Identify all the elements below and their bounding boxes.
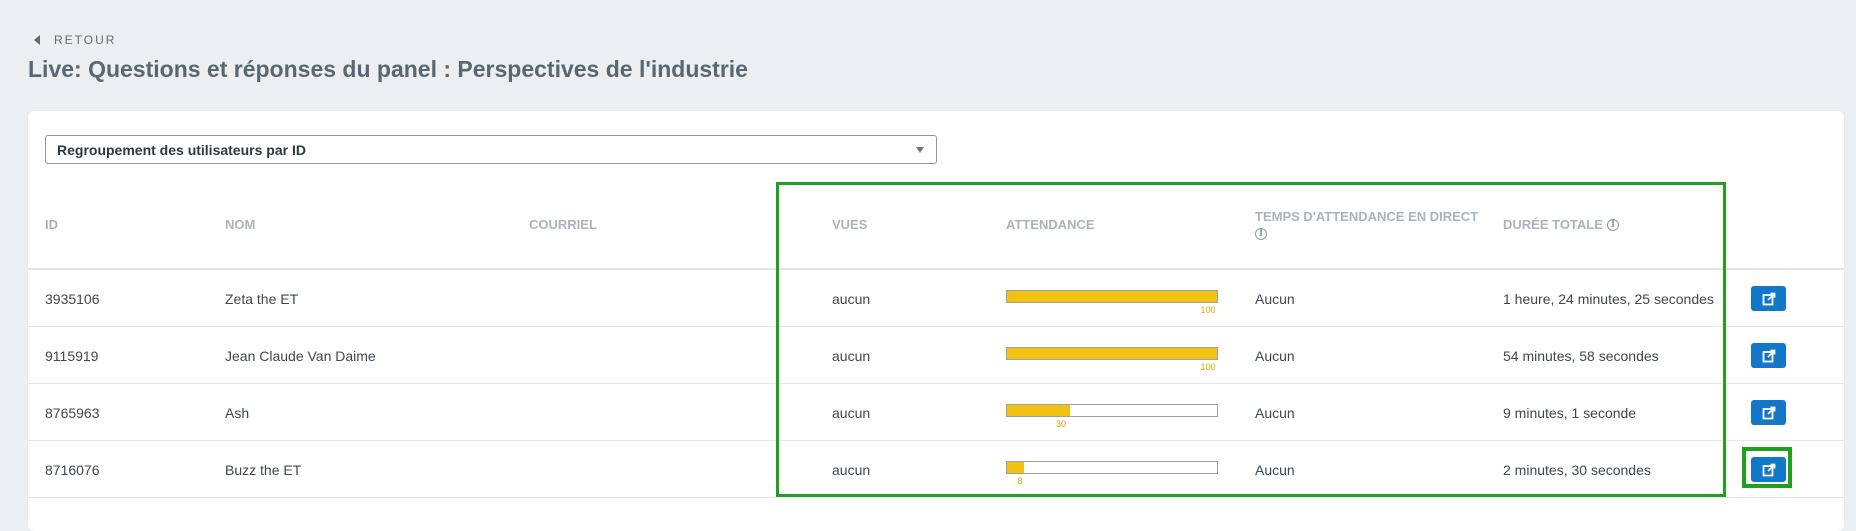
open-details-button[interactable] (1751, 400, 1786, 425)
cell-total-duration: 9 minutes, 1 seconde (1503, 404, 1637, 421)
cell-total-duration: 2 minutes, 30 secondes (1503, 461, 1651, 478)
external-link-icon (1762, 463, 1775, 476)
cell-id: 8765963 (45, 404, 100, 421)
attendance-card: Regroupement des utilisateurs par ID ID … (28, 111, 1844, 531)
info-icon[interactable]: i (1255, 228, 1267, 240)
attendance-bar-track (1006, 290, 1218, 303)
col-header-total-label: DURÉE TOTALE (1503, 217, 1603, 232)
info-icon[interactable]: i (1606, 218, 1619, 231)
cell-live-time: Aucun (1255, 290, 1295, 307)
table-row: 8765963 Ash aucun 30 Aucun 9 minutes, 1 … (28, 384, 1844, 441)
external-link-icon (1762, 349, 1775, 362)
attendance-bar: 100 (1006, 347, 1218, 372)
table-row: 8716076 Buzz the ET aucun 8 Aucun 2 minu… (28, 441, 1844, 498)
attendance-bar: 8 (1006, 461, 1218, 486)
cell-live-time: Aucun (1255, 461, 1295, 478)
col-header-email[interactable]: COURRIEL (529, 217, 597, 232)
col-header-live-time-label: TEMPS D'ATTENDANCE EN DIRECT (1255, 209, 1479, 224)
grouping-select[interactable]: Regroupement des utilisateurs par ID (45, 135, 937, 164)
cell-id: 9115919 (45, 347, 99, 364)
cell-name: Ash (225, 404, 250, 421)
cell-name: Buzz the ET (225, 461, 302, 478)
attendance-bar-track (1006, 461, 1218, 474)
attendance-bar-fill (1007, 462, 1024, 473)
col-header-total[interactable]: DURÉE TOTALE i (1503, 217, 1619, 232)
chevron-down-icon (916, 147, 924, 153)
cell-views: aucun (832, 290, 871, 307)
caret-left-icon (34, 35, 40, 45)
back-link[interactable]: RETOUR (34, 33, 116, 47)
cell-id: 8716076 (45, 461, 100, 478)
page-title: Live: Questions et réponses du panel : P… (28, 56, 748, 82)
cell-views: aucun (832, 347, 871, 364)
attendance-bar-track (1006, 347, 1218, 360)
cell-live-time: Aucun (1255, 404, 1295, 421)
cell-name: Jean Claude Van Daime (225, 347, 376, 364)
back-label: RETOUR (54, 33, 117, 47)
attendance-value: 30 (1055, 419, 1067, 429)
cell-id: 3935106 (45, 290, 100, 307)
col-header-views[interactable]: VUES (832, 217, 867, 232)
attendance-bar-fill (1007, 348, 1217, 359)
attendance-value: 100 (1200, 362, 1216, 372)
cell-name: Zeta the ET (225, 290, 299, 307)
attendance-bar: 30 (1006, 404, 1218, 429)
col-header-attendance[interactable]: ATTENDANCE (1006, 217, 1095, 232)
cell-views: aucun (832, 404, 871, 421)
col-header-name[interactable]: NOM (225, 217, 255, 232)
open-details-button[interactable] (1751, 286, 1786, 311)
open-details-button[interactable] (1751, 343, 1786, 368)
attendance-bar-track (1006, 404, 1218, 417)
table-row: 3935106 Zeta the ET aucun 100 Aucun 1 he… (28, 270, 1844, 327)
open-details-button[interactable] (1751, 457, 1786, 482)
external-link-icon (1762, 292, 1775, 305)
cell-total-duration: 1 heure, 24 minutes, 25 secondes (1503, 290, 1714, 307)
col-header-live-time[interactable]: TEMPS D'ATTENDANCE EN DIRECT i (1255, 209, 1495, 240)
attendance-bar-fill (1007, 291, 1217, 302)
attendance-bar-fill (1007, 405, 1070, 416)
cell-views: aucun (832, 461, 871, 478)
cell-total-duration: 54 minutes, 58 secondes (1503, 347, 1659, 364)
table-row: 9115919 Jean Claude Van Daime aucun 100 … (28, 327, 1844, 384)
attendance-bar: 100 (1006, 290, 1218, 315)
cell-live-time: Aucun (1255, 347, 1295, 364)
attendance-value: 100 (1200, 305, 1216, 315)
col-header-id[interactable]: ID (45, 217, 58, 232)
grouping-select-value: Regroupement des utilisateurs par ID (57, 141, 306, 158)
attendance-value: 8 (1017, 476, 1023, 486)
external-link-icon (1762, 406, 1775, 419)
